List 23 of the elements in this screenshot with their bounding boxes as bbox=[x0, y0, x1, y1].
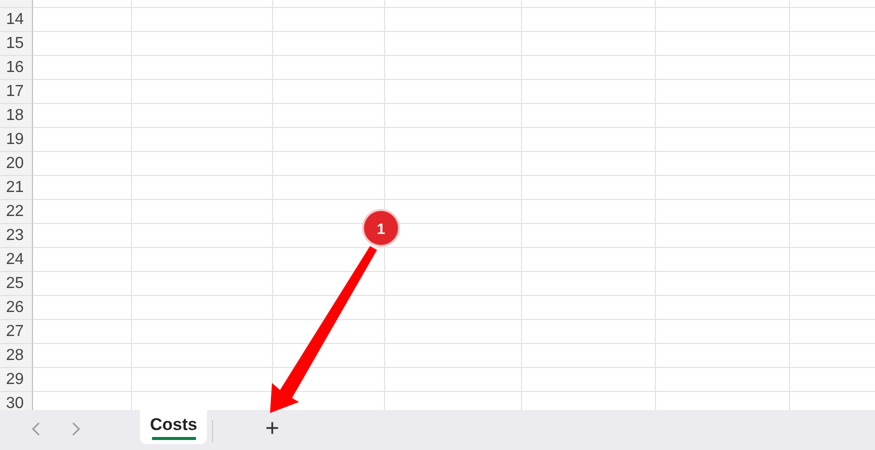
new-sheet-button[interactable]: + bbox=[257, 410, 288, 448]
row-header[interactable]: 25 bbox=[0, 272, 33, 296]
annotation-marker bbox=[362, 209, 400, 247]
row-header[interactable]: 30 bbox=[0, 392, 33, 410]
row-header[interactable]: 23 bbox=[0, 224, 33, 248]
row-header[interactable]: 20 bbox=[0, 152, 33, 176]
row-header[interactable]: 14 bbox=[0, 8, 33, 32]
row-header[interactable]: 18 bbox=[0, 104, 33, 128]
row-header[interactable]: 17 bbox=[0, 80, 33, 104]
annotation-number: 1 bbox=[376, 221, 386, 238]
row-header[interactable]: 24 bbox=[0, 248, 33, 272]
chevron-left-icon bbox=[31, 421, 41, 437]
row-header[interactable]: 15 bbox=[0, 32, 33, 56]
row-header[interactable]: 27 bbox=[0, 320, 33, 344]
row-header[interactable]: 29 bbox=[0, 368, 33, 392]
sheet-tab[interactable]: Costs bbox=[140, 410, 208, 444]
chevron-right-icon bbox=[71, 421, 81, 437]
row-header[interactable]: 16 bbox=[0, 56, 33, 80]
row-header[interactable]: 22 bbox=[0, 200, 33, 224]
row-header[interactable]: 26 bbox=[0, 296, 33, 320]
row-header[interactable]: 19 bbox=[0, 128, 33, 152]
row-header[interactable]: 28 bbox=[0, 344, 33, 368]
row-header[interactable]: 21 bbox=[0, 176, 33, 200]
